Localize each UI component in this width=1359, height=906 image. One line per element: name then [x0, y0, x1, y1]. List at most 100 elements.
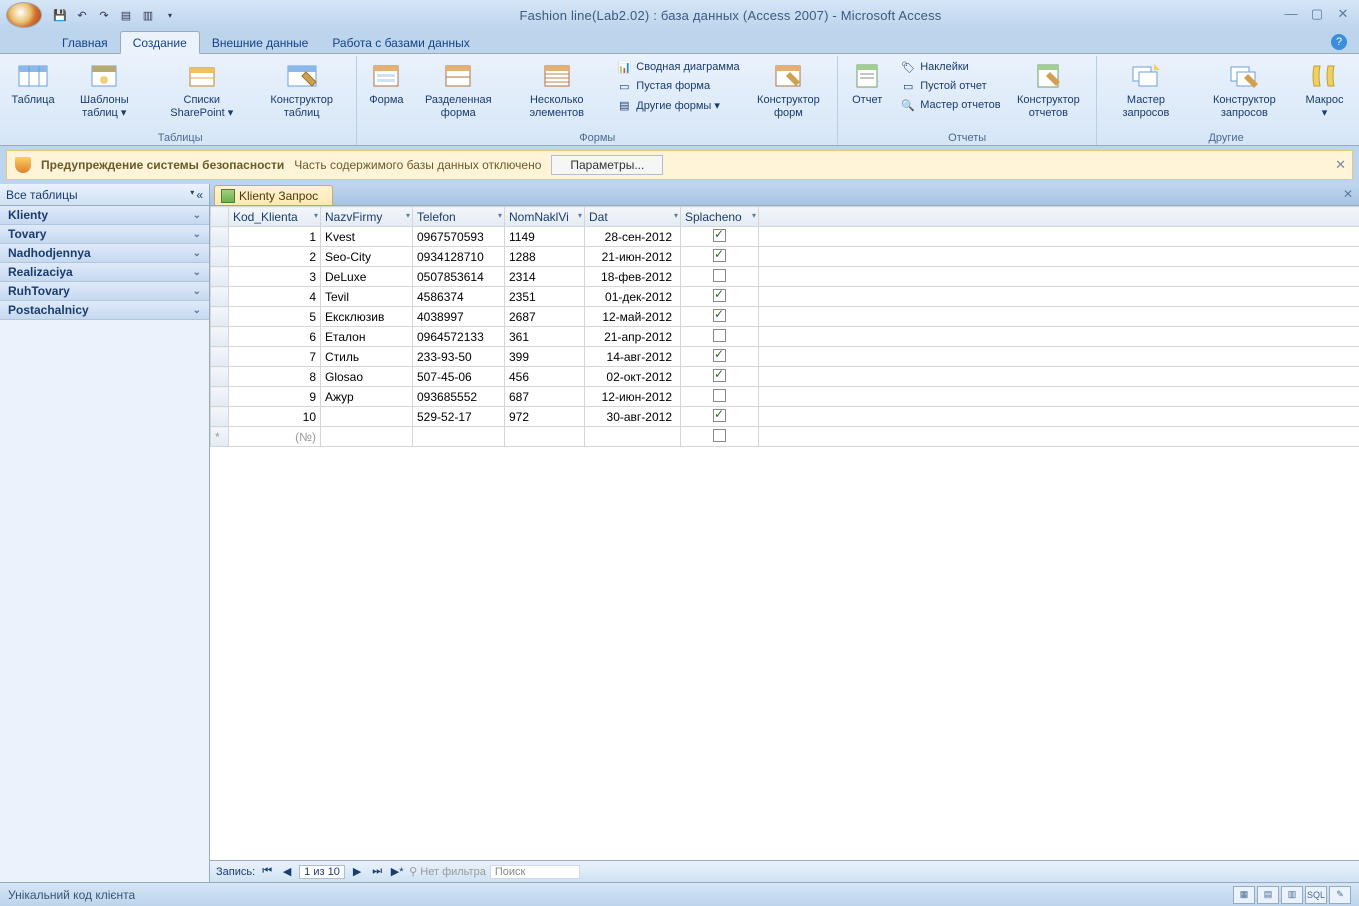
cell-nazv[interactable]: DeLuxe	[321, 267, 413, 287]
cell-nomnakl[interactable]: 972	[505, 407, 585, 427]
form-design-button[interactable]: Конструктор форм	[746, 58, 832, 122]
row-selector[interactable]	[211, 267, 229, 287]
nav-group-tovary[interactable]: Tovary⌄	[0, 225, 209, 244]
filter-icon[interactable]: ▾	[578, 211, 582, 220]
cell-dat[interactable]: 30-авг-2012	[585, 407, 681, 427]
design-view-button[interactable]: ✎	[1329, 886, 1351, 904]
pivot-chart-view-button[interactable]: ▥	[1281, 886, 1303, 904]
report-wizard-button[interactable]: 🔍Мастер отчетов	[896, 96, 1004, 114]
cell-splacheno[interactable]	[681, 267, 759, 287]
checkbox[interactable]	[713, 289, 726, 302]
row-selector[interactable]	[211, 347, 229, 367]
cell-telefon[interactable]: 4586374	[413, 287, 505, 307]
checkbox[interactable]	[713, 309, 726, 322]
cell-nazv[interactable]: Ажур	[321, 387, 413, 407]
nav-group-ruhtovary[interactable]: RuhTovary⌄	[0, 282, 209, 301]
object-tab[interactable]: Klienty Запрос	[214, 185, 333, 205]
office-button[interactable]	[6, 2, 42, 28]
cell-telefon[interactable]: 529-52-17	[413, 407, 505, 427]
labels-button[interactable]: 🏷Наклейки	[896, 58, 1004, 76]
checkbox[interactable]	[713, 269, 726, 282]
cell-splacheno[interactable]	[681, 347, 759, 367]
cell-nomnakl[interactable]: 687	[505, 387, 585, 407]
row-selector[interactable]	[211, 327, 229, 347]
cell-nazv[interactable]: Tevil	[321, 287, 413, 307]
close-button[interactable]: ✕	[1333, 7, 1353, 23]
cell-telefon[interactable]: 4038997	[413, 307, 505, 327]
undo-icon[interactable]: ↶	[72, 5, 92, 25]
macro-button[interactable]: Макрос ▾	[1300, 58, 1349, 122]
cell-nomnakl[interactable]: 2351	[505, 287, 585, 307]
cell-nazv[interactable]: Еталон	[321, 327, 413, 347]
nav-header[interactable]: Все таблицы ▾«	[0, 184, 209, 206]
cell-dat[interactable]: 28-сен-2012	[585, 227, 681, 247]
cell-splacheno[interactable]	[681, 407, 759, 427]
cell-telefon[interactable]: 0967570593	[413, 227, 505, 247]
split-form-button[interactable]: Разделенная форма	[411, 58, 505, 122]
cell-kod[interactable]: 4	[229, 287, 321, 307]
tab-database-tools[interactable]: Работа с базами данных	[320, 32, 481, 53]
cell-nomnakl[interactable]: 361	[505, 327, 585, 347]
row-selector[interactable]	[211, 387, 229, 407]
cell-nazv[interactable]: Ексклюзив	[321, 307, 413, 327]
cell-dat[interactable]: 21-июн-2012	[585, 247, 681, 267]
row-selector[interactable]	[211, 367, 229, 387]
tab-home[interactable]: Главная	[50, 32, 120, 53]
cell-splacheno[interactable]	[681, 227, 759, 247]
cell-telefon[interactable]: 093685552	[413, 387, 505, 407]
datasheet[interactable]: Kod_Klienta▾NazvFirmy▾Telefon▾NomNaklVi▾…	[210, 206, 1359, 860]
checkbox[interactable]	[713, 389, 726, 402]
cell-telefon[interactable]: 0964572133	[413, 327, 505, 347]
cell-nomnakl[interactable]: 2314	[505, 267, 585, 287]
new-row[interactable]: *(№)	[211, 427, 1359, 447]
cell-kod[interactable]: 10	[229, 407, 321, 427]
column-header-nazvfirmy[interactable]: NazvFirmy▾	[321, 207, 413, 227]
nav-group-klienty[interactable]: Klienty⌄	[0, 206, 209, 225]
query-design-button[interactable]: Конструктор запросов	[1191, 58, 1298, 122]
search-box[interactable]: Поиск	[490, 865, 580, 879]
tab-external[interactable]: Внешние данные	[200, 32, 321, 53]
table-row[interactable]: 3DeLuxe0507853614231418-фев-2012	[211, 267, 1359, 287]
cell-kod[interactable]: 5	[229, 307, 321, 327]
qat-icon[interactable]: ▤	[116, 5, 136, 25]
table-row[interactable]: 1Kvest0967570593114928-сен-2012	[211, 227, 1359, 247]
blank-form-button[interactable]: ▭Пустая форма	[612, 77, 743, 95]
cell-dat[interactable]: 12-июн-2012	[585, 387, 681, 407]
qat-icon2[interactable]: ▥	[138, 5, 158, 25]
cell-kod[interactable]: 8	[229, 367, 321, 387]
cell-kod[interactable]: 1	[229, 227, 321, 247]
security-close-icon[interactable]: ✕	[1335, 157, 1346, 173]
collapse-icon[interactable]: «	[196, 188, 203, 202]
save-icon[interactable]: 💾	[50, 5, 70, 25]
cell-nazv[interactable]: Seo-City	[321, 247, 413, 267]
row-selector[interactable]	[211, 287, 229, 307]
select-all-corner[interactable]	[211, 207, 229, 227]
dropdown-icon[interactable]: ▾	[190, 188, 194, 202]
cell-telefon[interactable]: 0934128710	[413, 247, 505, 267]
tab-close-icon[interactable]: ✕	[1343, 187, 1353, 201]
cell-kod[interactable]: 6	[229, 327, 321, 347]
qat-more-icon[interactable]: ▾	[160, 5, 180, 25]
cell-dat[interactable]: 18-фев-2012	[585, 267, 681, 287]
query-wizard-button[interactable]: Мастер запросов	[1103, 58, 1189, 122]
first-record-button[interactable]: ⏮	[259, 865, 275, 878]
report-button[interactable]: Отчет	[844, 58, 890, 109]
table-row[interactable]: 10 529-52-1797230-авг-2012	[211, 407, 1359, 427]
report-design-button[interactable]: Конструктор отчетов	[1007, 58, 1091, 122]
cell-splacheno[interactable]	[681, 387, 759, 407]
cell-splacheno[interactable]	[681, 367, 759, 387]
checkbox[interactable]	[713, 349, 726, 362]
sharepoint-lists-button[interactable]: Списки SharePoint ▾	[153, 58, 251, 122]
cell-telefon[interactable]: 0507853614	[413, 267, 505, 287]
redo-icon[interactable]: ↷	[94, 5, 114, 25]
cell-dat[interactable]: 12-май-2012	[585, 307, 681, 327]
row-selector[interactable]	[211, 407, 229, 427]
row-selector[interactable]	[211, 307, 229, 327]
nav-group-postachalnicy[interactable]: Postachalnicy⌄	[0, 301, 209, 320]
cell-nomnakl[interactable]: 2687	[505, 307, 585, 327]
cell-kod[interactable]: 2	[229, 247, 321, 267]
cell-splacheno[interactable]	[681, 307, 759, 327]
maximize-button[interactable]: ▢	[1307, 7, 1327, 23]
table-button[interactable]: Таблица	[10, 58, 56, 109]
cell-nomnakl[interactable]: 456	[505, 367, 585, 387]
